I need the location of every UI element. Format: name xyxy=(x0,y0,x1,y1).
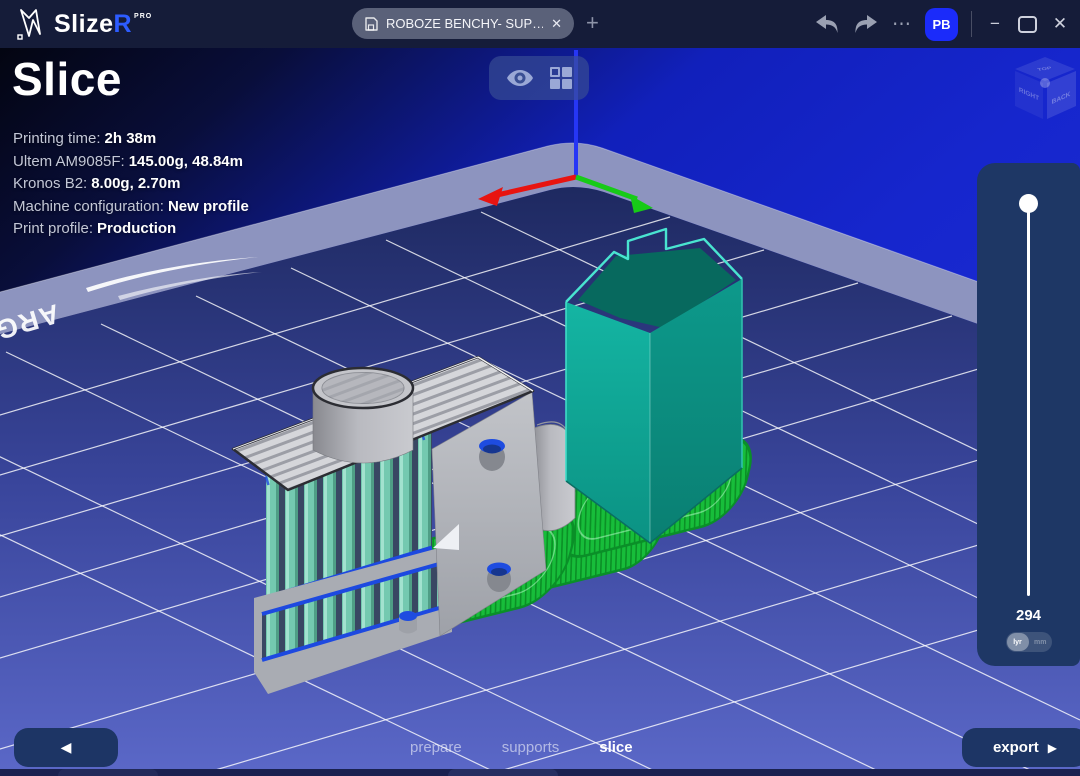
titlebar: SlizeR PRO ROBOZE BENCHY- SUP… ✕ + ⋯ PB … xyxy=(0,0,1080,48)
save-icon xyxy=(364,17,378,31)
stat-value: 8.00g, 2.70m xyxy=(91,175,180,192)
stat-value: 145.00g, 48.84m xyxy=(129,153,243,170)
strip-hump xyxy=(448,769,558,776)
back-button[interactable]: ◀ xyxy=(14,728,118,767)
user-avatar[interactable]: PB xyxy=(925,8,958,41)
app-logo-icon xyxy=(14,6,44,42)
stat-value: 2h 38m xyxy=(105,130,157,147)
stat-value: New profile xyxy=(168,198,249,215)
layer-slider-track[interactable] xyxy=(1027,205,1030,596)
export-button[interactable]: export ▶ xyxy=(962,728,1080,767)
viewport-3d[interactable]: ARGO xyxy=(0,0,1080,776)
layer-slider-handle[interactable] xyxy=(1019,194,1038,213)
bottom-edge-strip xyxy=(0,769,1080,776)
stat-value: Production xyxy=(97,220,176,237)
stat-label: Ultem AM9085F: xyxy=(13,153,125,170)
stat-printing-time: Printing time:2h 38m xyxy=(13,128,249,151)
strip-hump xyxy=(58,769,158,776)
export-arrow-icon: ▶ xyxy=(1048,741,1057,755)
app-name: SlizeR PRO xyxy=(54,10,152,39)
workflow-tabs: prepare supports slice xyxy=(410,728,633,767)
maximize-button[interactable] xyxy=(1018,16,1037,33)
stat-label: Machine configuration: xyxy=(13,198,164,215)
app-window: ARGO xyxy=(0,0,1080,776)
tab-supports[interactable]: supports xyxy=(502,739,560,756)
app-brand: SlizeR PRO xyxy=(14,0,152,48)
brand-accent-text: R xyxy=(113,10,132,39)
page-title: Slice xyxy=(12,52,122,106)
unit-mm-option[interactable]: mm xyxy=(1034,632,1046,652)
document-tab[interactable]: ROBOZE BENCHY- SUP… ✕ xyxy=(352,8,574,39)
layer-value: 294 xyxy=(977,607,1080,624)
tab-title: ROBOZE BENCHY- SUP… xyxy=(386,16,543,31)
brand-text: Slize xyxy=(54,10,113,39)
stat-material-2: Kronos B2:8.00g, 2.70m xyxy=(13,173,249,196)
print-stats: Printing time:2h 38m Ultem AM9085F:145.0… xyxy=(13,128,249,241)
new-tab-button[interactable]: + xyxy=(586,9,599,37)
tab-slice[interactable]: slice xyxy=(599,739,632,756)
stat-print-profile: Print profile:Production xyxy=(13,218,249,241)
undo-icon[interactable] xyxy=(814,12,840,36)
stat-label: Printing time: xyxy=(13,130,101,147)
unit-lyr-option[interactable]: lyr xyxy=(1007,633,1029,651)
brand-pro-badge: PRO xyxy=(134,13,152,20)
tab-prepare[interactable]: prepare xyxy=(410,739,462,756)
stat-label: Print profile: xyxy=(13,220,93,237)
stat-label: Kronos B2: xyxy=(13,175,87,192)
tab-close-icon[interactable]: ✕ xyxy=(551,16,562,32)
minimize-button[interactable]: − xyxy=(985,14,1005,34)
stat-material-1: Ultem AM9085F:145.00g, 48.84m xyxy=(13,151,249,174)
titlebar-divider xyxy=(971,11,972,37)
layer-unit-toggle[interactable]: lyr mm xyxy=(1006,632,1052,652)
visibility-eye-icon[interactable] xyxy=(506,68,534,88)
stat-machine-config: Machine configuration:New profile xyxy=(13,196,249,219)
close-button[interactable]: ✕ xyxy=(1050,14,1070,34)
overflow-menu-button[interactable]: ⋯ xyxy=(892,13,912,36)
layout-grid-icon[interactable] xyxy=(550,67,572,89)
export-label: export xyxy=(993,739,1039,756)
view-controls xyxy=(489,56,589,100)
layer-slider-panel: 294 lyr mm xyxy=(977,163,1080,666)
back-arrow-icon: ◀ xyxy=(61,739,72,756)
redo-icon[interactable] xyxy=(853,12,879,36)
